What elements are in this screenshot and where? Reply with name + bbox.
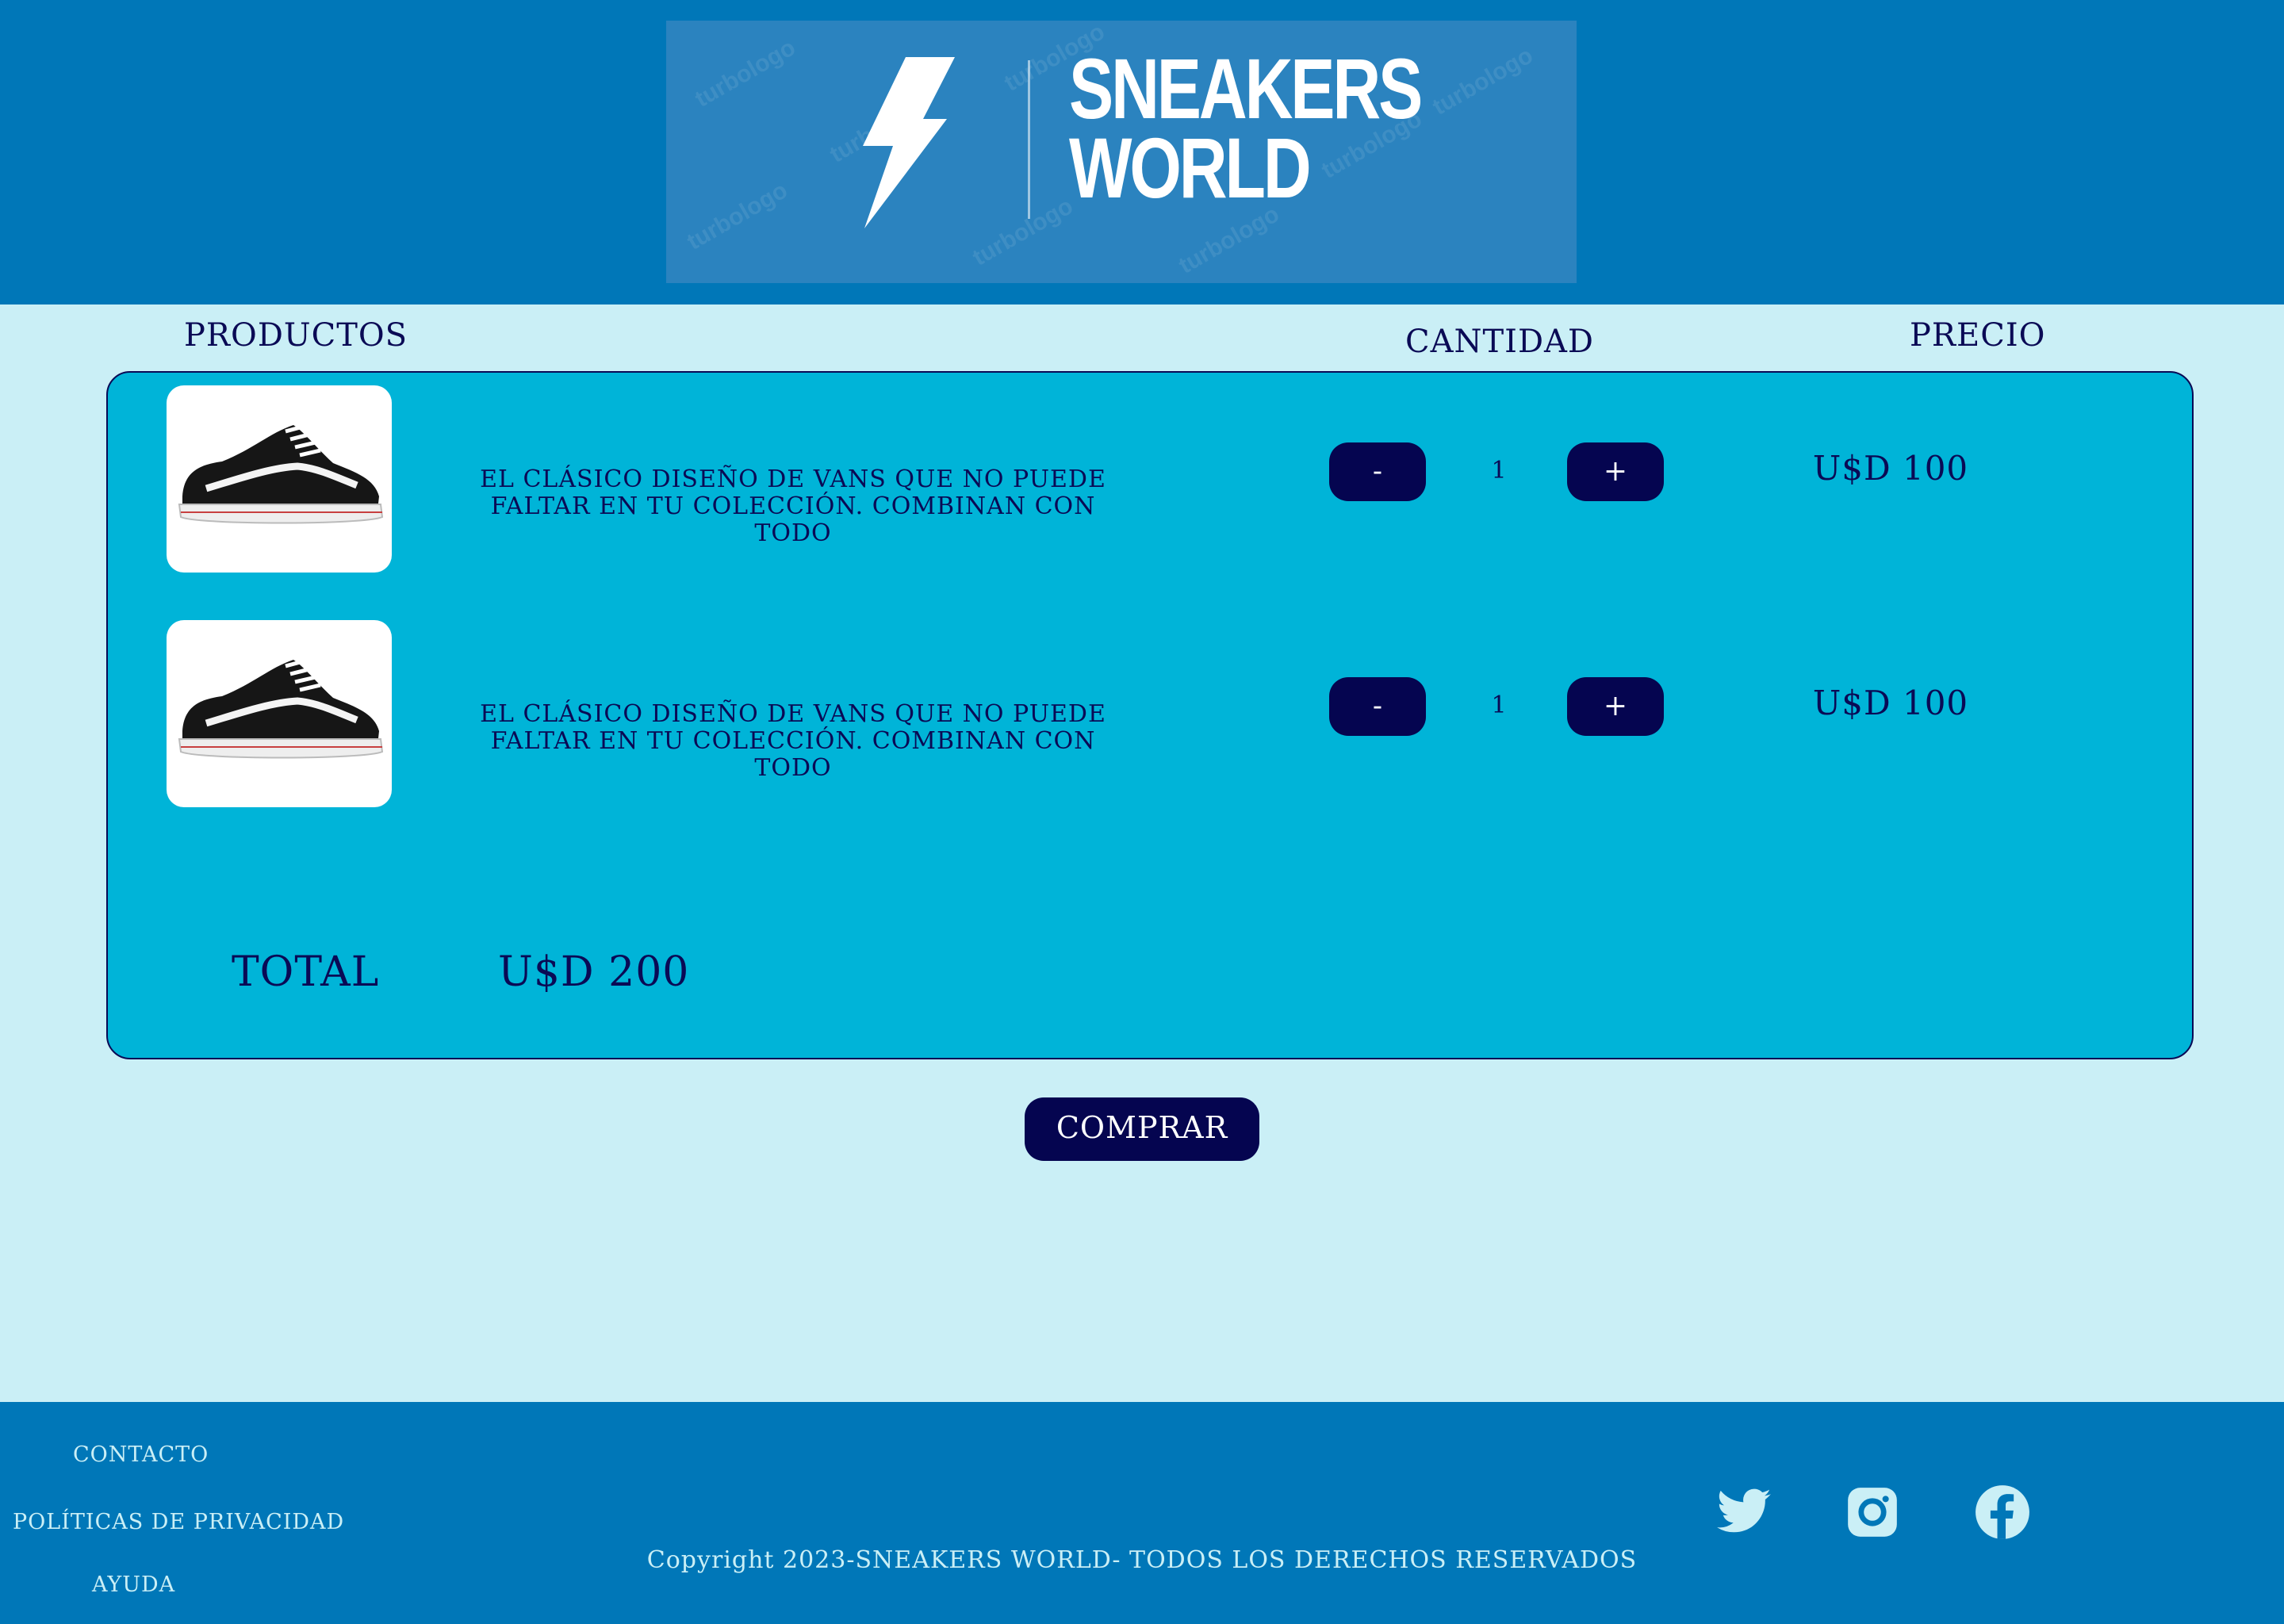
item-price: U$D 100 <box>1812 684 1969 722</box>
sneaker-image <box>178 424 384 524</box>
total-label: TOTAL <box>232 948 380 996</box>
buy-button[interactable]: COMPRAR <box>1025 1097 1259 1161</box>
quantity-value: 1 <box>1491 691 1507 719</box>
footer-link-help[interactable]: AYUDA <box>92 1572 175 1597</box>
column-header-products: PRODUCTOS <box>184 317 408 354</box>
logo-text-line1: SNEAKERS <box>1069 40 1423 136</box>
product-image[interactable] <box>167 620 392 807</box>
decrease-quantity-button[interactable]: - <box>1329 442 1426 501</box>
decrease-quantity-button[interactable]: - <box>1329 677 1426 736</box>
product-description: EL CLÁSICO DISEÑO DE VANS QUE NO PUEDE F… <box>476 466 1110 547</box>
description-line: FALTAR EN TU COLECCIÓN. COMBINAN CON TOD… <box>490 727 1096 782</box>
header: turbologo turbologo turbologo turbologo … <box>0 0 2284 304</box>
column-header-quantity: CANTIDAD <box>1405 324 1594 360</box>
copyright-text: Copyright 2023-SNEAKERS WORLD- TODOS LOS… <box>646 1546 1638 1574</box>
product-image[interactable] <box>167 385 392 573</box>
product-description: EL CLÁSICO DISEÑO DE VANS QUE NO PUEDE F… <box>476 701 1110 782</box>
lightning-bolt-icon <box>863 57 955 228</box>
twitter-icon[interactable] <box>1715 1483 1773 1542</box>
description-line: FALTAR EN TU COLECCIÓN. COMBINAN CON TOD… <box>490 492 1096 547</box>
logo-divider <box>1028 60 1030 219</box>
instagram-icon[interactable] <box>1843 1483 1902 1542</box>
item-price: U$D 100 <box>1812 449 1969 488</box>
cart-panel: EL CLÁSICO DISEÑO DE VANS QUE NO PUEDE F… <box>106 371 2194 1059</box>
footer-link-contact[interactable]: CONTACTO <box>73 1442 209 1467</box>
increase-quantity-button[interactable]: + <box>1567 677 1664 736</box>
logo-text: SNEAKERS WORLD <box>1069 40 1423 216</box>
footer-link-privacy[interactable]: POLÍTICAS DE PRIVACIDAD <box>13 1510 344 1534</box>
sneaker-image <box>178 659 384 759</box>
total-value: U$D 200 <box>498 948 690 996</box>
description-line: EL CLÁSICO DISEÑO DE VANS QUE NO PUEDE <box>480 700 1106 728</box>
increase-quantity-button[interactable]: + <box>1567 442 1664 501</box>
column-header-price: PRECIO <box>1910 317 2046 354</box>
description-line: EL CLÁSICO DISEÑO DE VANS QUE NO PUEDE <box>480 465 1106 493</box>
logo-text-line2: WORLD <box>1069 120 1312 216</box>
brand-logo[interactable]: turbologo turbologo turbologo turbologo … <box>666 21 1577 283</box>
facebook-icon[interactable] <box>1973 1483 2032 1542</box>
quantity-value: 1 <box>1491 457 1507 485</box>
